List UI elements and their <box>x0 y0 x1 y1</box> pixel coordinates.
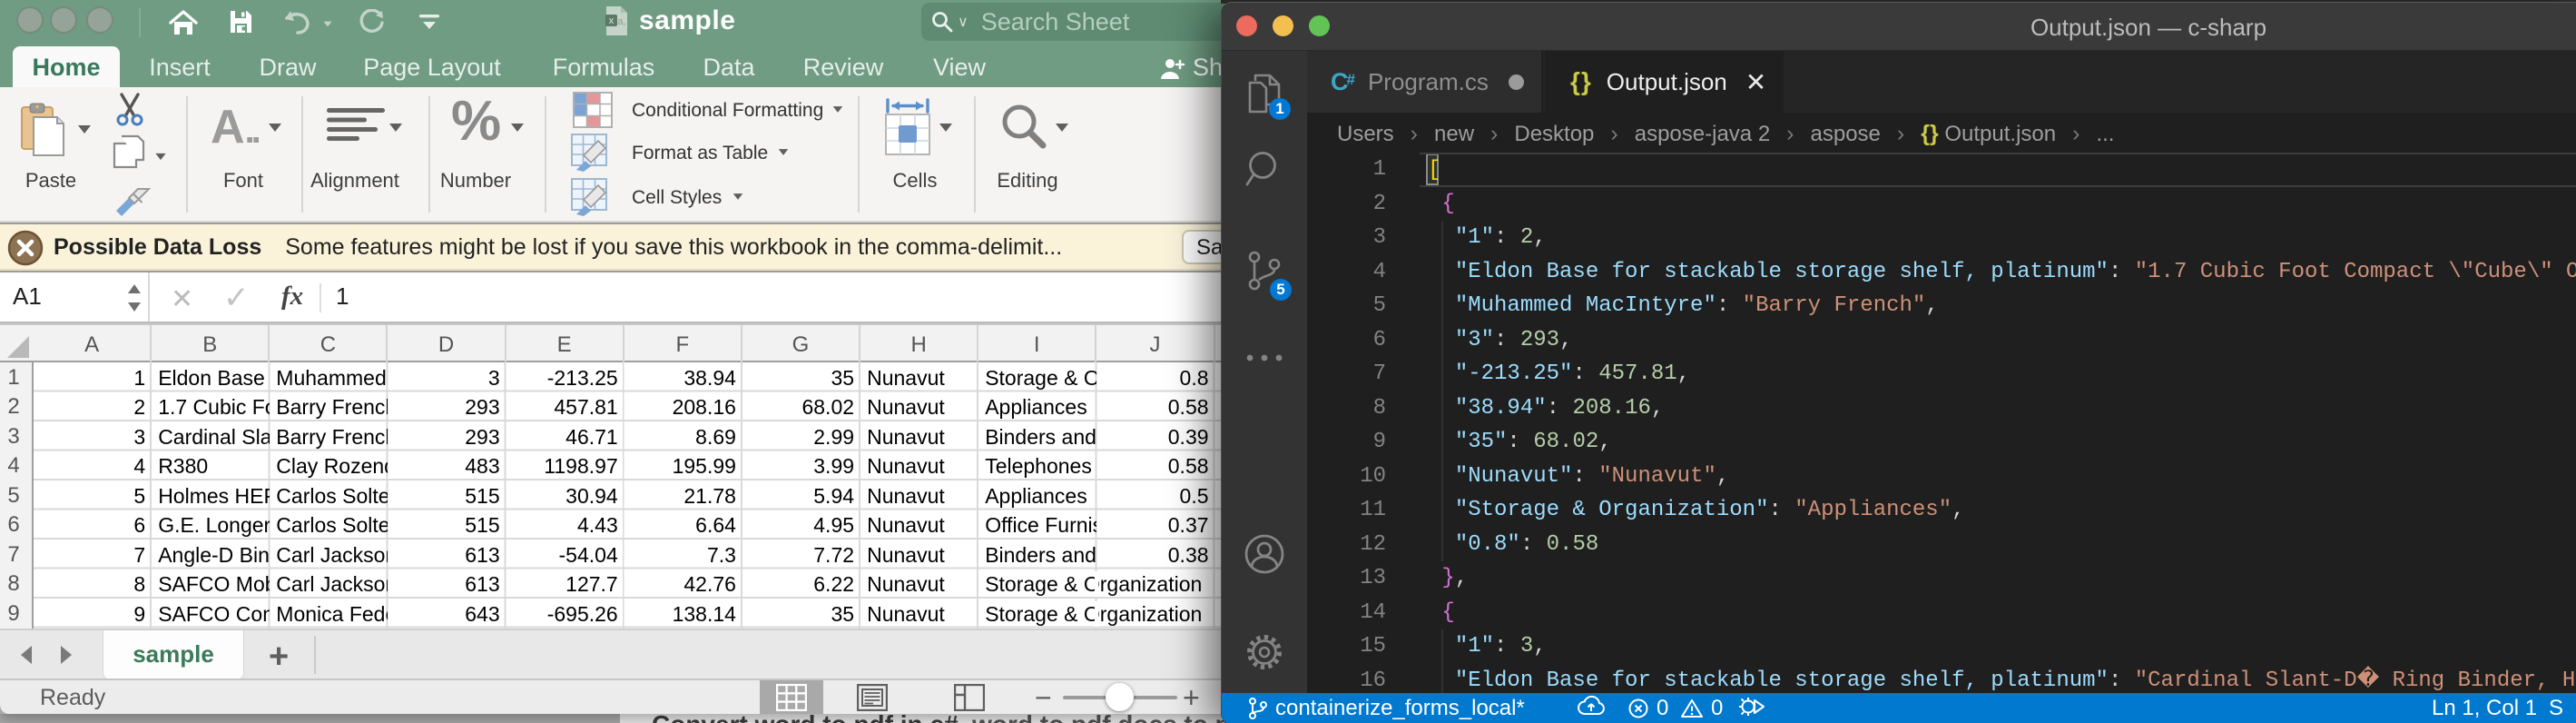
svg-text:x: x <box>609 15 615 26</box>
svg-text:a,: a, <box>617 16 625 27</box>
